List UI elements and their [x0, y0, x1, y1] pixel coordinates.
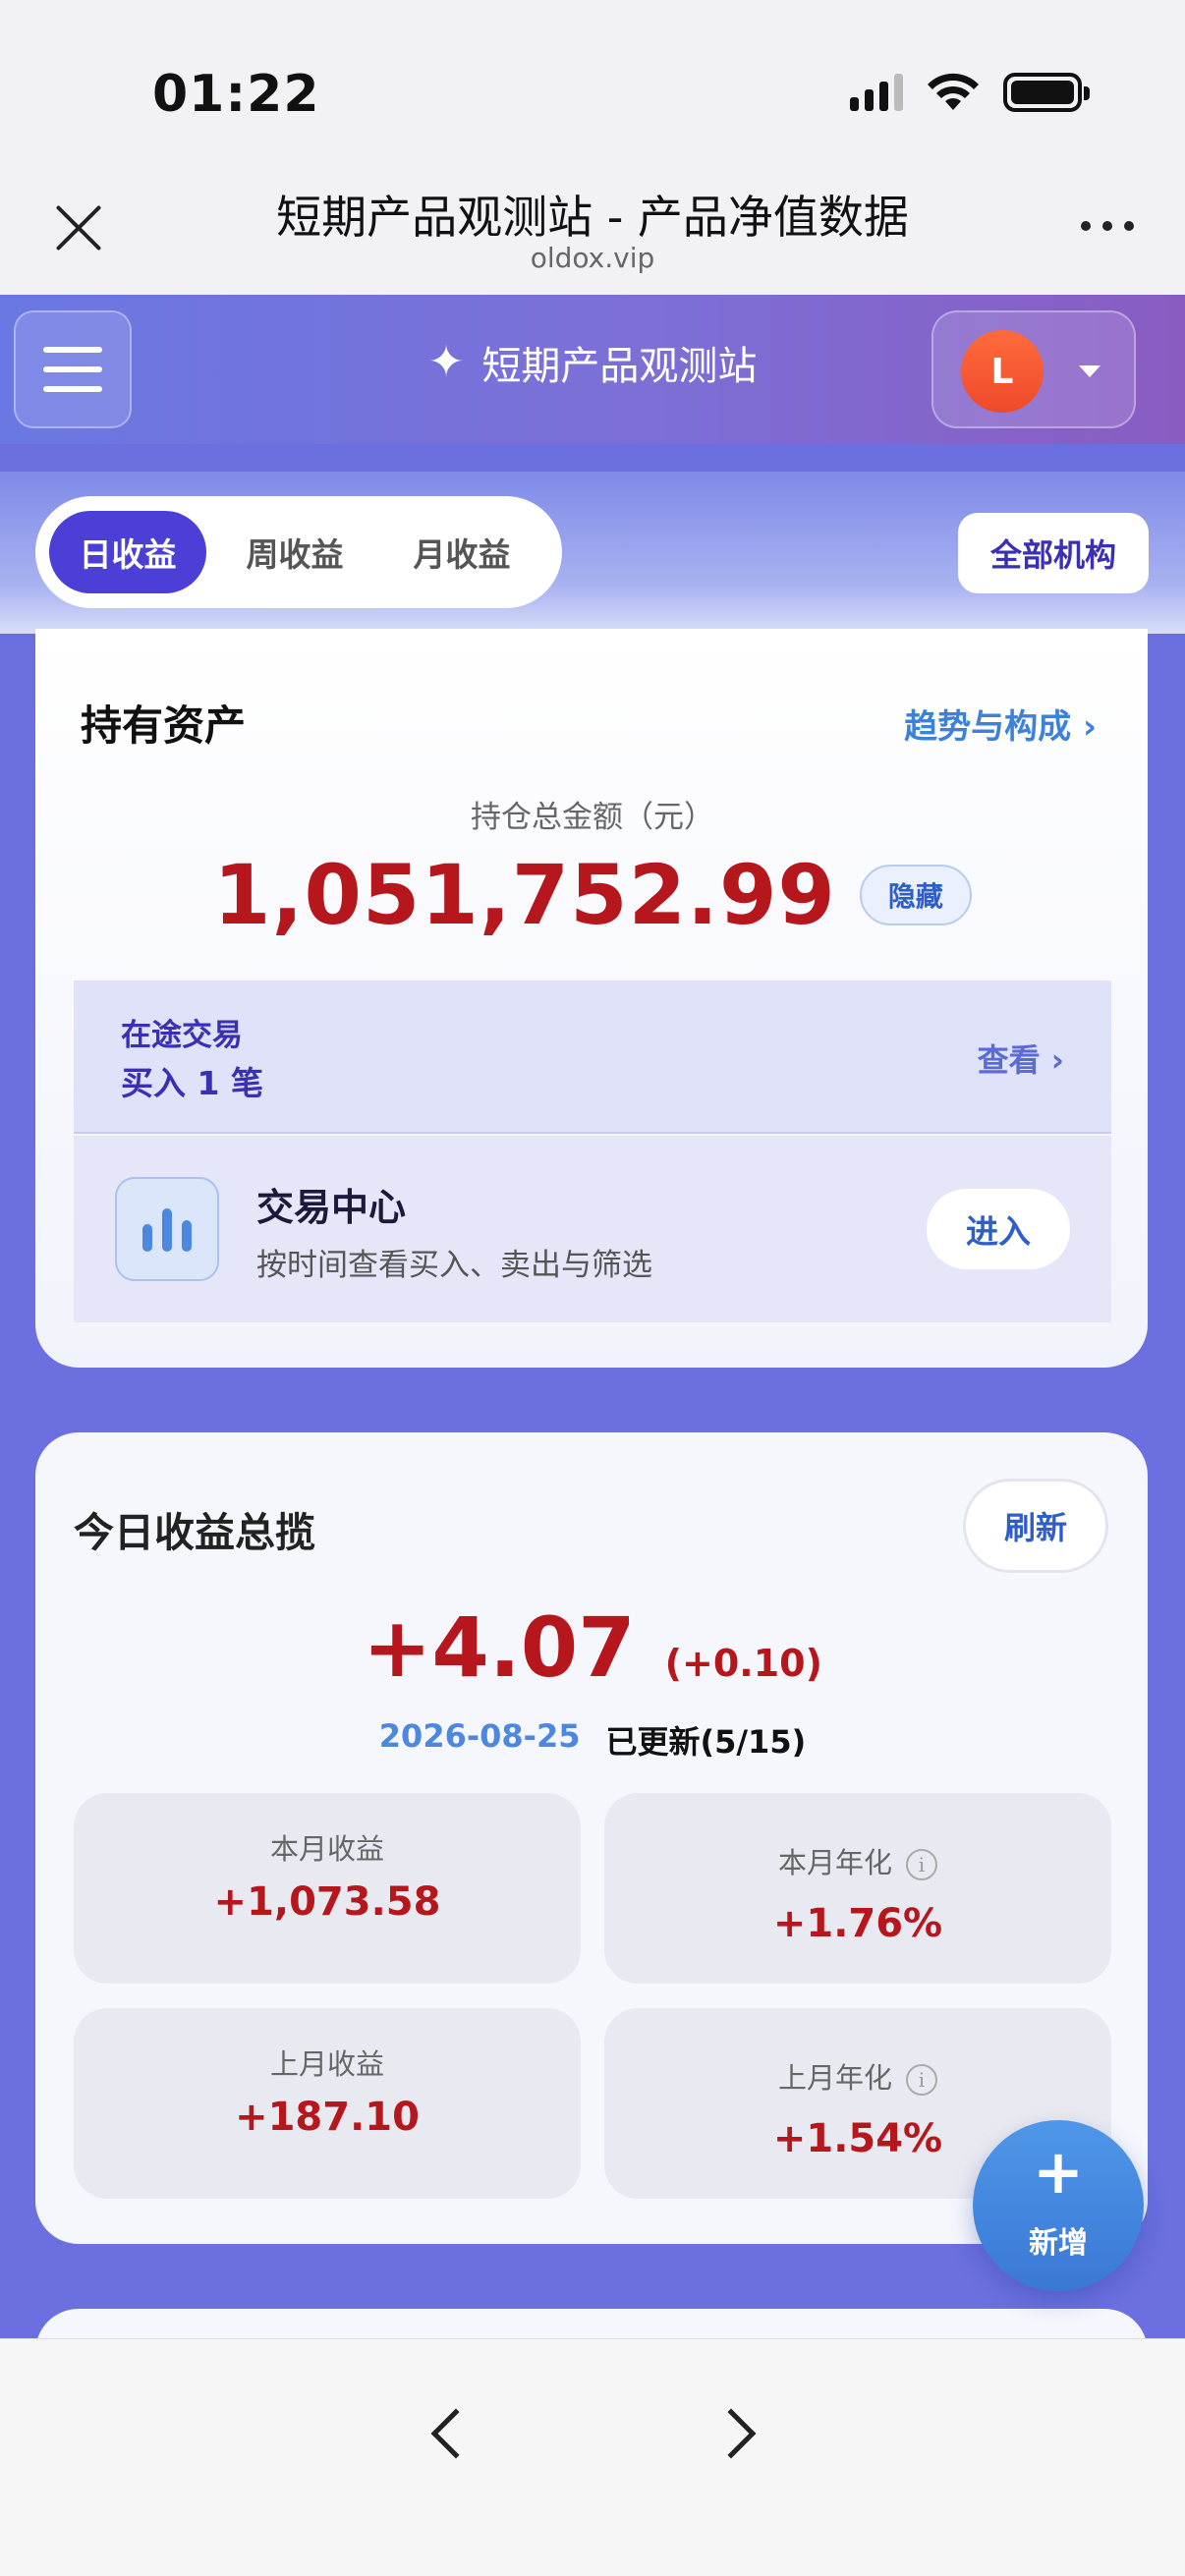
browser-bottom-toolbar — [0, 2338, 1185, 2576]
earnings-date: 2026-08-25 — [378, 1717, 581, 1755]
battery-icon — [1003, 73, 1090, 112]
sparkle-icon: ✦ — [427, 337, 465, 387]
trend-composition-link[interactable]: 趋势与构成 › — [904, 700, 1097, 748]
chevron-down-icon — [1079, 365, 1100, 377]
stat-label-row: 上月年化 i — [604, 2055, 1111, 2097]
browser-page-title: 短期产品观测站 - 产品净值数据 — [276, 191, 909, 244]
trade-center-title: 交易中心 — [256, 1186, 407, 1229]
in-transit-trades-row[interactable]: 在途交易 买入 1 笔 查看 › — [74, 980, 1111, 1134]
status-time: 01:22 — [152, 65, 320, 124]
total-amount-row: 1,051,752.99 隐藏 — [0, 847, 1185, 943]
user-menu-button[interactable]: L — [931, 310, 1136, 428]
view-in-transit-link[interactable]: 查看 › — [978, 1036, 1064, 1081]
bar-chart-icon — [115, 1177, 219, 1281]
info-icon[interactable]: i — [906, 2064, 937, 2096]
browser-chrome-top: 01:22 短期产品观测站 - 产品净值数据 oldox.vip — [0, 0, 1185, 295]
trade-center-subtitle: 按时间查看买入、卖出与筛选 — [256, 1248, 652, 1283]
stat-label: 上月收益 — [269, 2047, 384, 2081]
stat-value: +187.10 — [235, 2095, 420, 2140]
stat-month-earnings: 本月收益 +1,073.58 — [74, 1793, 581, 1984]
add-button-label: 新增 — [1029, 2226, 1088, 2261]
tab-weekly[interactable]: 周收益 — [206, 511, 383, 593]
status-icons — [850, 73, 1090, 112]
stat-label: 本月年化 — [777, 1846, 892, 1879]
enter-trade-center-button[interactable]: 进入 — [927, 1189, 1070, 1269]
today-earnings-row: +4.07 (+0.10) — [0, 1599, 1185, 1696]
total-amount-value: 1,051,752.99 — [213, 847, 836, 943]
stat-month-annualized: 本月年化 i +1.76% — [604, 1793, 1111, 1984]
stat-value: +1.76% — [772, 1901, 943, 1946]
earnings-date-row: 2026-08-25 已更新(5/15) — [0, 1717, 1185, 1763]
wifi-icon — [928, 73, 979, 110]
trade-center-row[interactable]: 交易中心 按时间查看买入、卖出与筛选 进入 — [74, 1136, 1111, 1322]
stat-value: +1,073.58 — [213, 1879, 441, 1925]
info-icon[interactable]: i — [906, 1849, 937, 1880]
stat-label: 上月年化 — [777, 2061, 892, 2095]
assets-title: 持有资产 — [81, 701, 247, 750]
today-earnings-delta: (+0.10) — [664, 1642, 822, 1685]
app-title: 短期产品观测站 — [481, 344, 758, 389]
period-segmented-control: 日收益 周收益 月收益 — [35, 496, 562, 608]
today-earnings-value: +4.07 — [363, 1599, 636, 1696]
plus-icon: + — [1033, 2136, 1084, 2208]
cellular-signal-icon — [850, 74, 903, 111]
tab-monthly[interactable]: 月收益 — [383, 511, 540, 593]
more-options-icon[interactable] — [1081, 221, 1134, 231]
stat-label-row: 本月年化 i — [604, 1840, 1111, 1881]
in-transit-title: 在途交易 — [121, 1018, 243, 1053]
add-button[interactable]: + 新增 — [973, 2120, 1144, 2291]
hide-amount-button[interactable]: 隐藏 — [859, 865, 972, 925]
in-transit-detail: 买入 1 笔 — [121, 1064, 263, 1102]
refresh-button[interactable]: 刷新 — [963, 1479, 1108, 1573]
total-amount-label: 持仓总金额（元） — [471, 800, 714, 835]
tab-daily[interactable]: 日收益 — [49, 511, 206, 593]
browser-url: oldox.vip — [530, 242, 655, 274]
stat-label: 本月收益 — [269, 1832, 384, 1866]
stat-last-month-earnings: 上月收益 +187.10 — [74, 2008, 581, 2199]
forward-arrow-icon[interactable] — [705, 2408, 757, 2459]
back-arrow-icon[interactable] — [430, 2408, 481, 2459]
earnings-title: 今日收益总揽 — [74, 1509, 315, 1556]
org-filter-button[interactable]: 全部机构 — [958, 513, 1149, 593]
update-status: 已更新(5/15) — [605, 1723, 807, 1761]
avatar: L — [961, 330, 1044, 413]
